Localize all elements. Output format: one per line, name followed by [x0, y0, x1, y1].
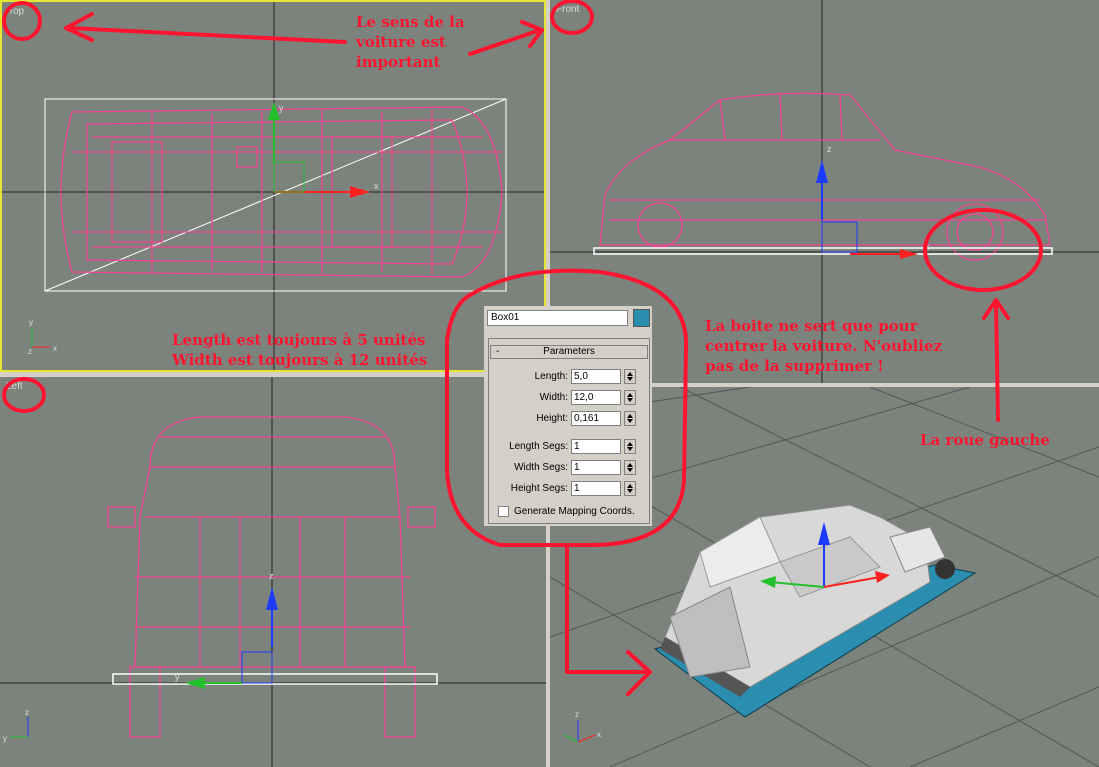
svg-text:z: z: [25, 708, 29, 717]
height-segs-spinner[interactable]: [624, 481, 636, 496]
width-row: Width: 12,0: [484, 390, 652, 407]
svg-text:z: z: [28, 347, 32, 356]
height-label: Height:: [536, 413, 568, 424]
note-car-direction: Le sens de la voiture est important: [356, 13, 465, 71]
length-row: Length: 5,0: [484, 369, 652, 386]
svg-text:z: z: [269, 571, 274, 581]
svg-text:y: y: [3, 734, 7, 743]
svg-text:z: z: [827, 144, 832, 154]
axis-x-label: x: [374, 181, 379, 191]
svg-text:x: x: [53, 344, 57, 353]
box-outline-front: [593, 247, 1053, 255]
note-dimensions: Length est toujours à 5 unités Width est…: [172, 331, 428, 369]
height-input[interactable]: 0,161: [571, 411, 621, 426]
object-color-swatch[interactable]: [633, 309, 650, 327]
length-segs-spinner[interactable]: [624, 439, 636, 454]
mapping-coords-checkbox[interactable]: [498, 506, 509, 517]
axis-tripod-perspective: z x: [563, 710, 601, 743]
width-segs-label: Width Segs:: [514, 462, 568, 473]
parameters-rollout-header[interactable]: - Parameters: [490, 345, 648, 359]
width-input[interactable]: 12,0: [571, 390, 621, 405]
svg-text:x: x: [597, 730, 601, 739]
rollout-title: Parameters: [543, 346, 595, 357]
width-spinner[interactable]: [624, 390, 636, 405]
height-row: Height: 0,161: [484, 411, 652, 428]
collapse-icon: -: [496, 346, 500, 357]
length-label: Length:: [534, 371, 568, 382]
left-viewport-canvas: z y z y: [0, 377, 546, 767]
width-label: Width:: [539, 392, 568, 403]
length-segs-label: Length Segs:: [509, 441, 568, 452]
svg-text:y: y: [175, 672, 180, 682]
box-parameters-panel: Box01 - Parameters Length: 5,0 Width: 12…: [484, 306, 652, 526]
note-box: La boite ne sert que pour centrer la voi…: [705, 317, 943, 375]
height-segs-input[interactable]: 1: [571, 481, 621, 496]
length-input[interactable]: 5,0: [571, 369, 621, 384]
width-segs-spinner[interactable]: [624, 460, 636, 475]
svg-text:z: z: [575, 710, 579, 719]
length-segs-input[interactable]: 1: [571, 439, 621, 454]
mapping-coords-option[interactable]: Generate Mapping Coords.: [498, 506, 635, 517]
length-spinner[interactable]: [624, 369, 636, 384]
width-segs-row: Width Segs: 1: [484, 460, 652, 477]
note-left-wheel: La roue gauche: [920, 431, 1050, 449]
height-segs-row: Height Segs: 1: [484, 481, 652, 498]
svg-text:z: z: [829, 509, 834, 519]
left-viewport[interactable]: Left z y z y: [0, 377, 546, 767]
svg-text:y: y: [29, 318, 33, 327]
axis-tripod-left: z y: [3, 708, 29, 743]
height-segs-label: Height Segs:: [510, 483, 568, 494]
svg-text:x: x: [925, 242, 930, 252]
axis-tripod-top: y z x: [28, 318, 57, 356]
mapping-coords-label: Generate Mapping Coords.: [514, 506, 635, 518]
object-name-field[interactable]: Box01: [487, 310, 628, 326]
height-spinner[interactable]: [624, 411, 636, 426]
axis-y-label: y: [279, 103, 284, 113]
width-segs-input[interactable]: 1: [571, 460, 621, 475]
length-segs-row: Length Segs: 1: [484, 439, 652, 456]
